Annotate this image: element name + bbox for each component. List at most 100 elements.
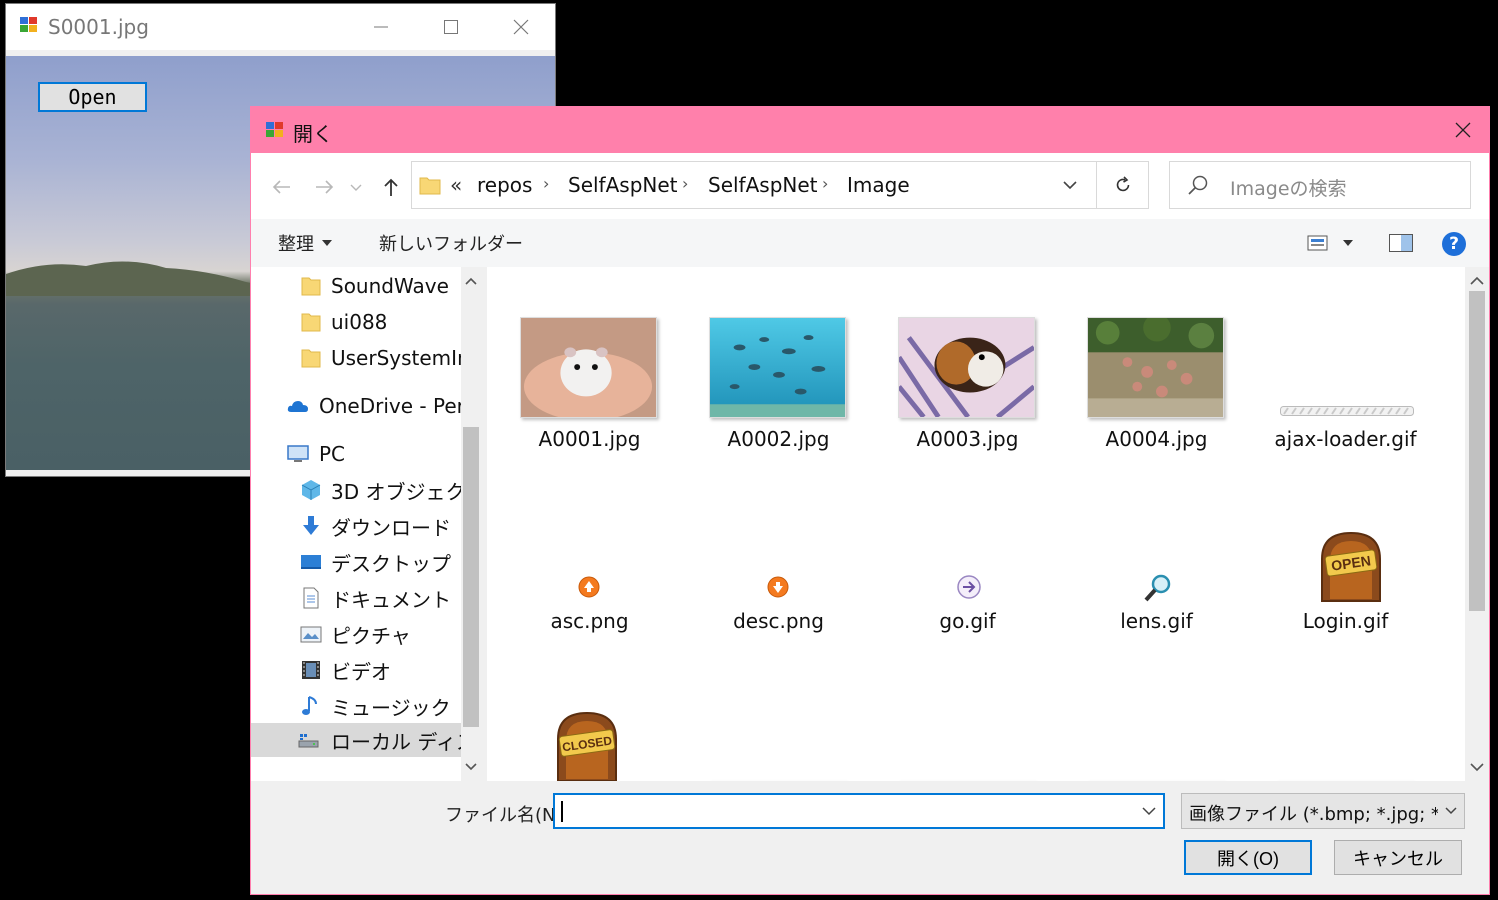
tree-item-label: UserSystemIm xyxy=(331,346,461,370)
orange-up-arrow-icon xyxy=(578,576,600,598)
minimize-button[interactable] xyxy=(346,4,416,50)
search-input[interactable]: Imageの検索 xyxy=(1169,161,1471,209)
breadcrumb-item-repos[interactable]: repos xyxy=(477,173,532,197)
local-disk-icon xyxy=(298,734,319,748)
tree-item-documents[interactable]: ドキュメント xyxy=(251,581,461,615)
scroll-thumb[interactable] xyxy=(463,427,479,727)
chevron-down-icon[interactable] xyxy=(1141,804,1157,818)
scroll-down-icon xyxy=(465,763,477,771)
breadcrumb-overflow[interactable]: « xyxy=(450,173,462,197)
file-item[interactable]: A0004.jpg xyxy=(1054,267,1224,451)
breadcrumb-separator[interactable]: › xyxy=(543,174,549,193)
change-view-button[interactable] xyxy=(1306,231,1356,255)
tree-item-label: ローカル ディスク xyxy=(331,729,461,754)
file-item[interactable] xyxy=(1243,629,1413,781)
tree-item-soundwave[interactable]: SoundWave xyxy=(251,269,461,303)
organize-button[interactable]: 整理 xyxy=(278,230,332,256)
tree-item-downloads[interactable]: ダウンロード xyxy=(251,509,461,543)
maximize-icon xyxy=(444,20,458,34)
open-button[interactable]: Open xyxy=(38,82,147,112)
view-options-icon xyxy=(1307,235,1353,251)
go-arrow-icon xyxy=(957,575,981,599)
file-list: A0001.jpg A0002.jpg A0003.jpg A0004.jpg … xyxy=(487,267,1465,781)
magnifier-icon xyxy=(1144,574,1171,602)
file-item[interactable] xyxy=(1054,629,1224,781)
tree-item-videos[interactable]: ビデオ xyxy=(251,653,461,687)
file-item[interactable]: CLOSED xyxy=(487,629,657,781)
chevron-down-icon xyxy=(350,184,362,191)
folder-icon xyxy=(419,177,441,195)
file-item[interactable]: go.gif xyxy=(865,449,1035,633)
tree-item-pc[interactable]: PC xyxy=(251,437,461,471)
dialog-close-button[interactable] xyxy=(1437,107,1489,153)
tree-item-local-disk[interactable]: ローカル ディスク xyxy=(251,723,461,757)
breadcrumb-item-selfaspnet-2[interactable]: SelfAspNet xyxy=(708,173,818,197)
chevron-down-icon xyxy=(1445,807,1457,815)
minimize-icon xyxy=(374,26,388,28)
tree-item-label: 3D オブジェクト xyxy=(331,479,461,504)
forward-button[interactable] xyxy=(312,175,338,199)
tree-item-label: ビデオ xyxy=(331,659,391,684)
breadcrumb-item-image[interactable]: Image xyxy=(847,173,910,197)
file-item[interactable]: A0003.jpg xyxy=(865,267,1035,451)
app-window-title: S0001.jpg xyxy=(48,15,149,39)
navigation-row: « repos › SelfAspNet › SelfAspNet › Imag… xyxy=(251,153,1489,219)
close-icon xyxy=(1455,122,1471,138)
file-item[interactable] xyxy=(865,629,1035,781)
fish-photo xyxy=(709,317,846,418)
back-button[interactable] xyxy=(268,175,294,199)
lake-hills-shape xyxy=(6,261,266,296)
chevron-down-icon[interactable] xyxy=(1058,175,1082,195)
arrow-left-icon xyxy=(272,180,290,194)
files-scrollbar[interactable] xyxy=(1465,267,1489,781)
up-folder-button[interactable] xyxy=(378,175,404,199)
tree-item-usersystemim[interactable]: UserSystemIm xyxy=(251,341,461,375)
garden-photo xyxy=(1087,317,1224,418)
tree-item-onedrive[interactable]: OneDrive - Pers xyxy=(251,389,461,423)
file-item[interactable]: OPEN Login.gif xyxy=(1243,449,1413,633)
hamster-photo xyxy=(520,317,657,418)
command-toolbar: 整理 新しいフォルダー ? xyxy=(251,219,1489,267)
file-type-dropdown[interactable] xyxy=(1438,794,1464,828)
cancel-button[interactable]: キャンセル xyxy=(1334,840,1462,875)
tree-item-desktop[interactable]: デスクトップ xyxy=(251,545,461,579)
maximize-button[interactable] xyxy=(416,4,486,50)
loader-bar xyxy=(1280,406,1414,416)
file-item[interactable]: asc.png xyxy=(487,449,657,633)
file-item[interactable]: desc.png xyxy=(676,449,846,633)
search-icon xyxy=(1188,175,1208,195)
file-name: A0001.jpg xyxy=(538,427,641,451)
open-file-button[interactable]: 開く(O) xyxy=(1184,840,1312,875)
refresh-icon xyxy=(1116,176,1130,192)
file-item[interactable]: ajax-loader.gif xyxy=(1243,267,1417,451)
tree-item-ui088[interactable]: ui088 xyxy=(251,305,461,339)
file-name: A0003.jpg xyxy=(916,427,1019,451)
file-item[interactable] xyxy=(676,629,846,781)
3d-objects-icon xyxy=(301,480,321,500)
breadcrumb-item-selfaspnet[interactable]: SelfAspNet xyxy=(568,173,678,197)
file-item[interactable]: A0001.jpg xyxy=(487,267,657,451)
help-button[interactable]: ? xyxy=(1442,232,1466,256)
organize-label: 整理 xyxy=(278,234,314,255)
breadcrumb-separator[interactable]: › xyxy=(682,174,688,193)
preview-pane-icon xyxy=(1389,234,1413,252)
file-item[interactable]: lens.gif xyxy=(1054,449,1224,633)
tree-item-label: ui088 xyxy=(331,310,388,334)
tree-item-pictures[interactable]: ピクチャ xyxy=(251,617,461,651)
preview-pane-button[interactable] xyxy=(1388,231,1414,255)
file-item[interactable]: A0002.jpg xyxy=(676,267,846,451)
navigation-scrollbar[interactable] xyxy=(461,267,481,781)
scroll-thumb[interactable] xyxy=(1469,291,1485,611)
tree-item-3d-objects[interactable]: 3D オブジェクト xyxy=(251,473,461,507)
tree-item-music[interactable]: ミュージック xyxy=(251,689,461,723)
new-folder-button[interactable]: 新しいフォルダー xyxy=(379,230,523,256)
file-type-select[interactable]: 画像ファイル (*.bmp; *.jpg; *.gif; ' xyxy=(1181,793,1465,829)
filename-input[interactable] xyxy=(553,793,1165,829)
open-door-sign-icon: OPEN xyxy=(1321,531,1381,602)
refresh-button[interactable] xyxy=(1098,162,1148,208)
breadcrumb-separator[interactable]: › xyxy=(822,174,828,193)
close-button[interactable] xyxy=(486,4,556,50)
address-bar[interactable]: « repos › SelfAspNet › SelfAspNet › Imag… xyxy=(411,161,1149,209)
recent-locations-button[interactable] xyxy=(347,175,365,199)
close-icon xyxy=(513,19,529,35)
